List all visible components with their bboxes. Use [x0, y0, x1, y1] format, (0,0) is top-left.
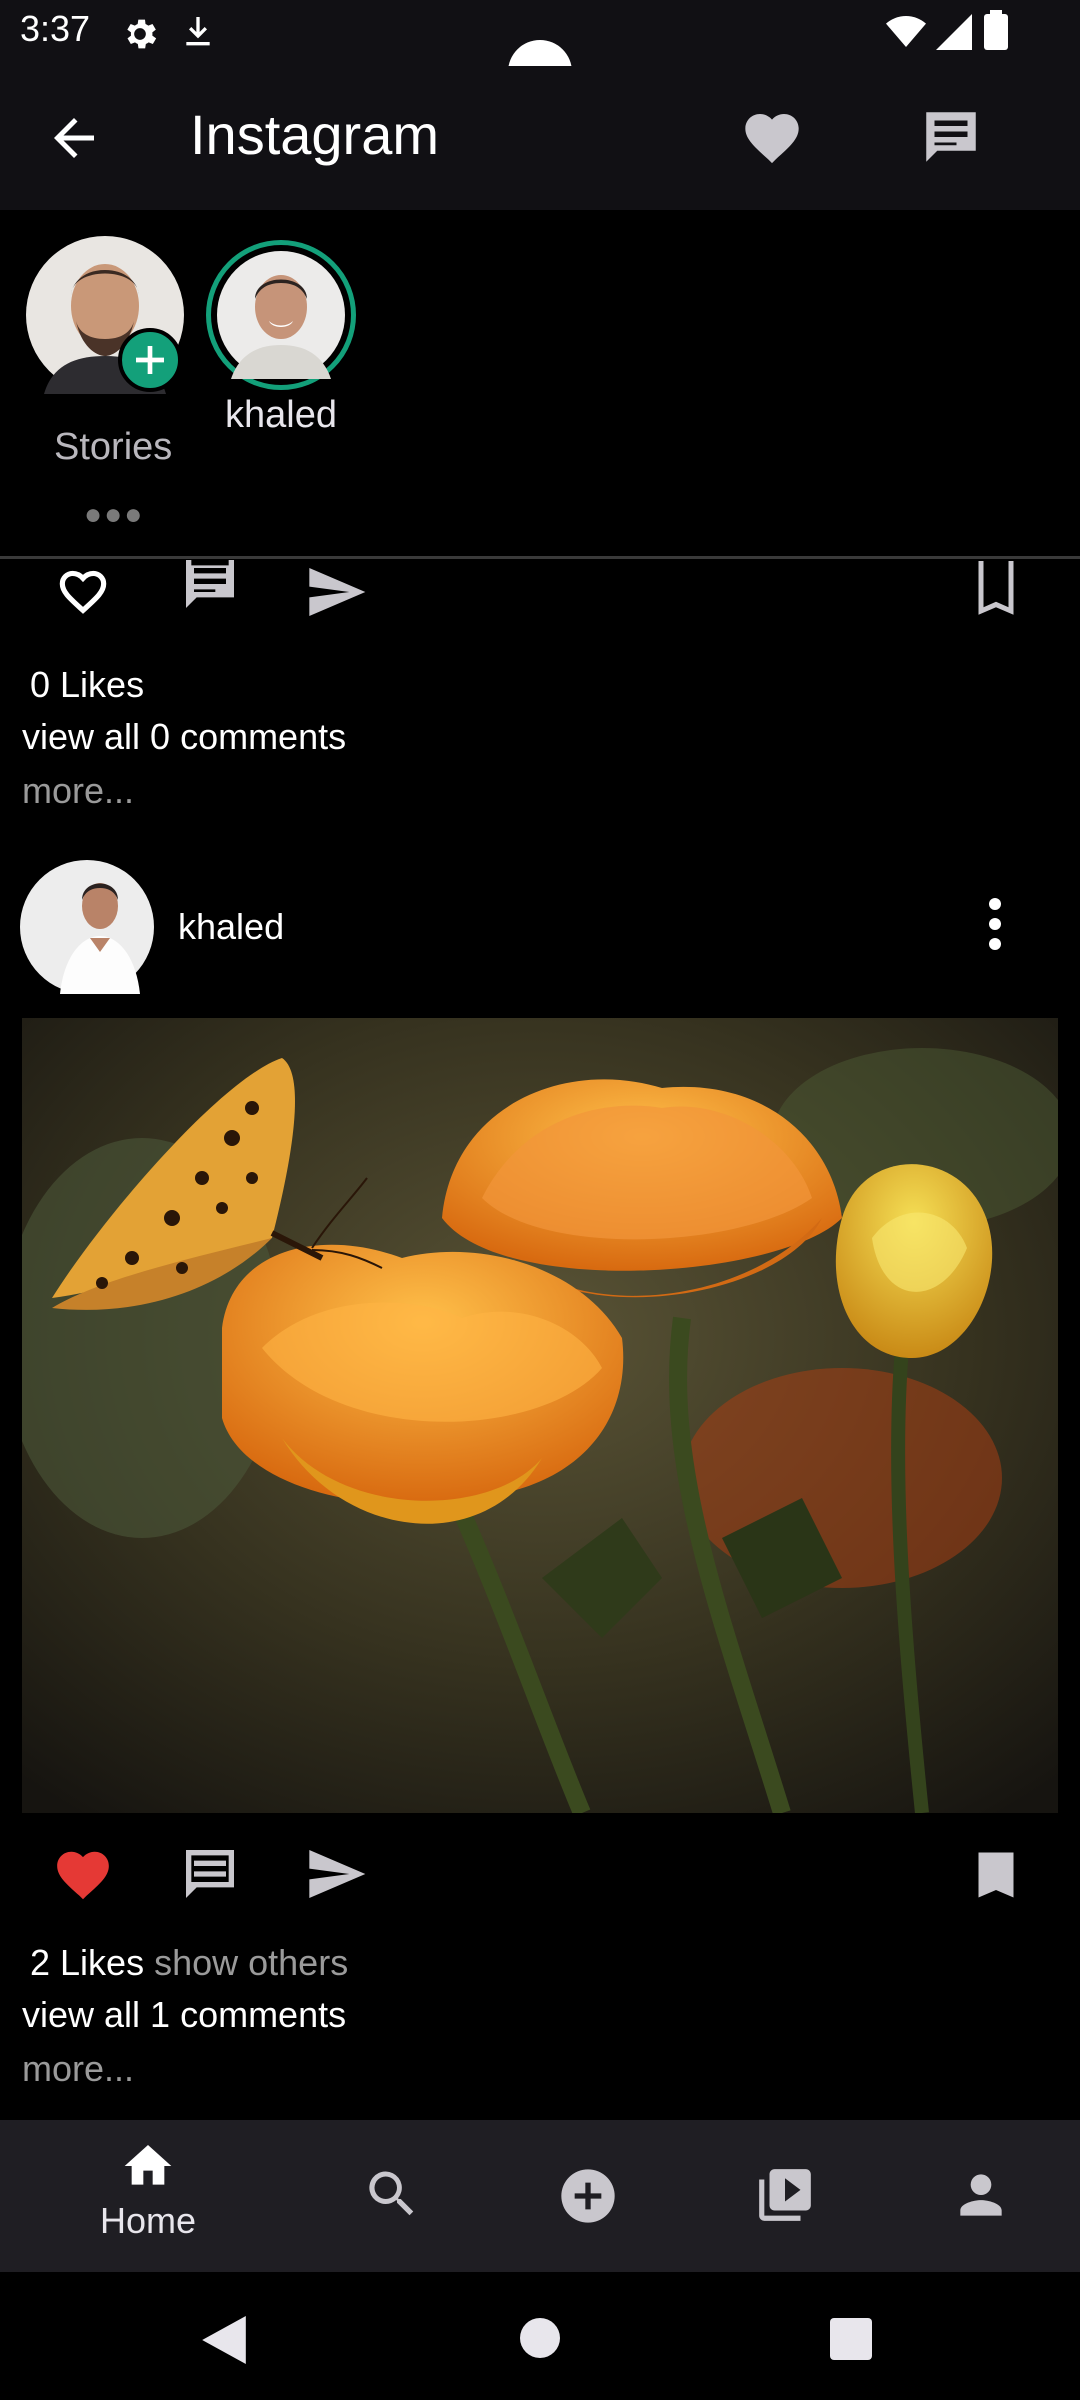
back-arrow-icon[interactable] [44, 108, 104, 168]
story-name: khaled [225, 394, 337, 436]
post-author-avatar[interactable] [20, 860, 154, 994]
add-circle-icon[interactable] [556, 2164, 620, 2228]
stories-divider [0, 556, 1080, 559]
app-bar: Instagram [0, 66, 1080, 210]
post-1: 0 Likes view all 0 comments more... [0, 560, 1080, 840]
stories-more-icon[interactable]: ●●● [84, 498, 144, 532]
heart-icon[interactable] [740, 106, 804, 170]
add-story-icon[interactable] [118, 328, 182, 392]
post-image[interactable] [22, 1018, 1058, 1813]
bottom-nav: Home [0, 2120, 1080, 2272]
status-bar: 3:37 [0, 0, 1080, 104]
send-icon[interactable] [304, 560, 368, 624]
wifi-icon [886, 16, 926, 47]
system-recents-icon[interactable] [830, 2318, 872, 2360]
post-2-likes-line: 2 Likes show others [30, 1942, 348, 1984]
post-1-likes[interactable]: 0 Likes [30, 664, 144, 706]
nav-home-label: Home [99, 2200, 197, 2241]
own-story[interactable] [26, 236, 184, 394]
comment-icon[interactable] [178, 1842, 242, 1906]
status-time: 3:37 [20, 8, 91, 49]
story-avatar [217, 251, 345, 379]
battery-icon [984, 10, 1008, 50]
download-icon [186, 17, 210, 46]
story-ring[interactable] [206, 240, 356, 390]
system-back-icon[interactable] [202, 2316, 246, 2364]
search-icon[interactable] [362, 2164, 422, 2224]
home-icon [124, 2145, 172, 2185]
flower-photo [22, 1018, 1058, 1813]
app-title: Instagram [190, 103, 439, 166]
post-2-likes[interactable]: 2 Likes [30, 1942, 144, 1983]
stories-bar: Stories ●●● khaled [0, 210, 1080, 556]
like-outline-icon[interactable] [52, 560, 114, 622]
nav-home[interactable]: Home [80, 2138, 216, 2258]
post-2-actions: 2 Likes show others view all 1 comments … [0, 1840, 1080, 2100]
signal-icon [936, 14, 972, 50]
post-2-more[interactable]: more... [22, 2048, 134, 2090]
comment-icon[interactable] [178, 560, 242, 624]
video-library-icon[interactable] [754, 2164, 816, 2226]
own-story-label: Stories [54, 426, 173, 468]
post-1-more[interactable]: more... [22, 770, 134, 812]
post-1-comments-link[interactable]: view all 0 comments [22, 716, 346, 758]
system-home-icon[interactable] [520, 2318, 560, 2358]
like-filled-icon[interactable] [52, 1844, 114, 1906]
send-icon[interactable] [304, 1842, 368, 1906]
system-nav-bar [0, 2272, 1080, 2400]
post-author-name[interactable]: khaled [178, 906, 284, 948]
bookmark-filled-icon[interactable] [966, 1844, 1026, 1906]
settings-icon [127, 19, 157, 49]
messages-icon[interactable] [918, 104, 984, 170]
post-2-comments-link[interactable]: view all 1 comments [22, 1994, 346, 2036]
more-vert-icon[interactable] [980, 894, 1010, 954]
person-icon[interactable] [950, 2164, 1012, 2226]
bookmark-outline-icon[interactable] [966, 560, 1026, 622]
show-others-link[interactable]: show others [154, 1942, 348, 1983]
